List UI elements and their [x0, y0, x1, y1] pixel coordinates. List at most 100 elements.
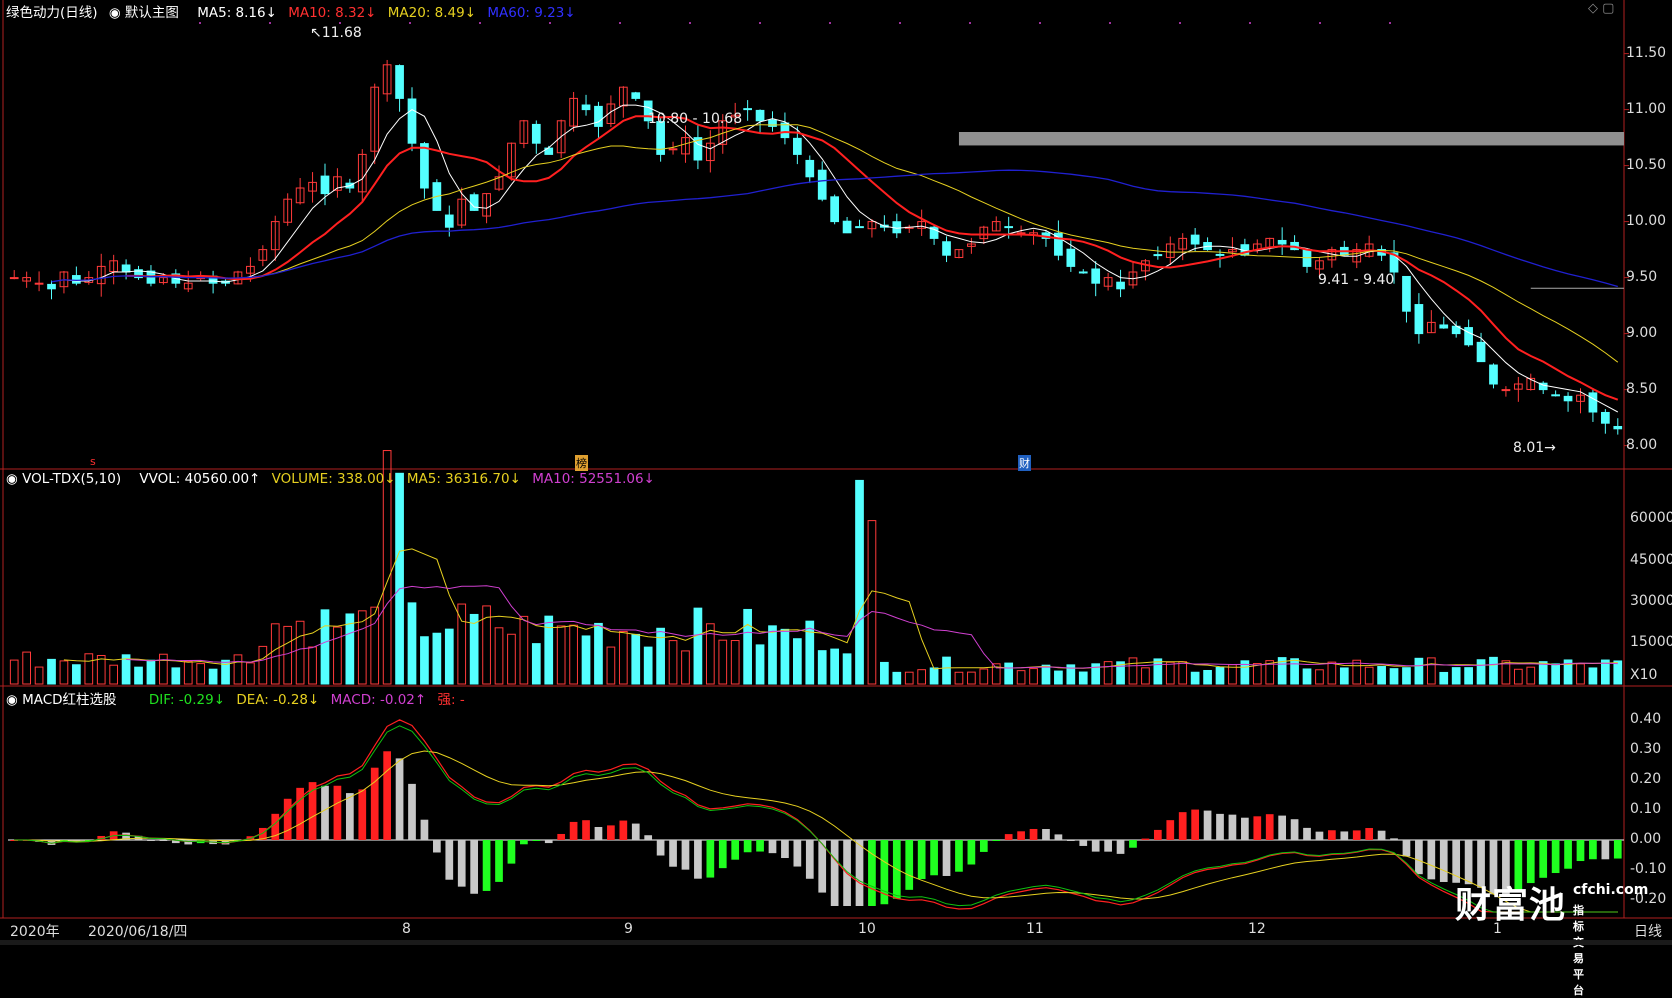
marker-dot [1039, 22, 1041, 24]
volume-bar [1178, 661, 1188, 685]
volume-y-tick: 45000 [1630, 551, 1672, 568]
volume-panel-header: ◉ VOL-TDX(5,10) VVOL: 40560.00↑ VOLUME: … [6, 471, 662, 487]
volume-unit: X10 [1630, 667, 1658, 683]
marker-bang[interactable]: 榜 [575, 455, 588, 471]
main-view-selector[interactable]: ◉ 默认主图 [109, 5, 186, 21]
high-annotation: ↖11.68 [310, 25, 362, 41]
candle-body [1601, 411, 1610, 424]
volume-bar [1203, 669, 1212, 685]
volume-indicator-name[interactable]: ◉ VOL-TDX(5,10) [6, 471, 128, 487]
macd-bar [656, 840, 665, 856]
brand-name: 财富池 [1455, 884, 1567, 926]
macd-bar [159, 840, 168, 841]
macd-bar [1290, 819, 1299, 840]
macd-bar [805, 840, 814, 879]
marker-dot [899, 22, 901, 24]
macd-bar [1241, 817, 1249, 840]
macd-bar [470, 840, 479, 894]
resistance-zone [958, 132, 1624, 146]
macd-bar [1365, 828, 1374, 840]
x-label-dec: 12 [1248, 921, 1266, 937]
macd-bar [1589, 840, 1597, 860]
volume-bar [1190, 671, 1200, 685]
macd-bar [979, 840, 988, 852]
candle-body [1563, 395, 1573, 402]
candle-body [1153, 254, 1163, 257]
volume-bar [308, 646, 317, 685]
volume-bar [904, 671, 914, 685]
macd-bar [1153, 829, 1162, 840]
volume-ma5-line [63, 548, 1618, 670]
candle-body [817, 169, 827, 200]
macd-bar [445, 840, 454, 880]
maximize-icon[interactable]: ▢ [1602, 1, 1614, 16]
volume-bar [171, 667, 181, 685]
volume-bar [1141, 667, 1150, 685]
candle-body [892, 221, 902, 234]
macd-y-tick: 0.30 [1630, 741, 1662, 757]
marker-s[interactable]: s [90, 455, 96, 468]
marker-dot [409, 22, 411, 24]
macd-bar [855, 840, 864, 906]
candle-body [1004, 226, 1014, 229]
volume-bar [1377, 666, 1386, 685]
candle-body [444, 214, 454, 228]
candle-body [755, 109, 765, 122]
marker-dot [199, 22, 201, 24]
marker-dot [549, 22, 551, 24]
macd-indicator-name[interactable]: ◉ MACD红柱选股 [6, 692, 124, 708]
macd-bar [1017, 831, 1025, 840]
macd-bar [1029, 828, 1038, 840]
volume-bar [1389, 668, 1399, 685]
candle-body [1489, 364, 1498, 385]
macd-bar [147, 840, 155, 841]
volume-bar [432, 632, 442, 685]
macd-bar [569, 821, 578, 840]
volume-bar [569, 624, 578, 685]
stock-name[interactable]: 绿色动力(日线) [6, 5, 98, 21]
macd-bar [395, 758, 404, 840]
macd-bar [1613, 840, 1622, 859]
diamond-icon[interactable]: ◇ [1588, 1, 1598, 16]
macd-bar [1601, 840, 1610, 860]
stock-chart-window: 绿色动力(日线) ◉ 默认主图 MA5: 8.16↓ MA10: 8.32↓ M… [0, 0, 1672, 997]
marker-dot [1109, 22, 1111, 24]
candle-body [1588, 392, 1598, 413]
volume-bar [1426, 657, 1436, 685]
candle-body [1302, 249, 1312, 267]
marker-cai[interactable]: 财 [1018, 455, 1031, 471]
macd-bar [482, 840, 491, 891]
volume-bar [1004, 662, 1014, 685]
macd-bar [694, 840, 702, 879]
macd-bar [718, 840, 727, 869]
macd-bar [1079, 840, 1088, 846]
volume-bar [1613, 660, 1623, 685]
macd-bar [955, 840, 963, 872]
volume-bar [283, 625, 293, 685]
macd-bar [520, 840, 528, 845]
volume-bar [606, 646, 616, 685]
candle-body [842, 220, 852, 234]
macd-bar [681, 840, 690, 870]
candle-body [942, 241, 951, 256]
macd-bar [1564, 840, 1572, 869]
volume-bar [693, 607, 703, 685]
window-controls[interactable]: ◇ ▢ [1588, 1, 1614, 16]
candle-body [793, 137, 802, 155]
macd-bar [1315, 831, 1324, 840]
volume-bar [954, 671, 964, 685]
macd-bar [905, 840, 914, 890]
volume-bar [643, 646, 653, 685]
volume-bar [681, 650, 690, 685]
candle-body [1402, 275, 1411, 312]
brand-tagline: 指标交易平台 [1573, 904, 1584, 997]
period-label[interactable]: 日线 [1634, 921, 1662, 941]
macd-bar [457, 840, 466, 887]
x-label-sep: 9 [624, 921, 633, 937]
dif-green-line [14, 725, 1618, 913]
macd-bar [1166, 820, 1175, 840]
volume-bar [295, 620, 305, 685]
bottom-toolbar[interactable] [0, 940, 1672, 945]
volume-bar [109, 664, 119, 685]
volume-bar [146, 659, 156, 685]
